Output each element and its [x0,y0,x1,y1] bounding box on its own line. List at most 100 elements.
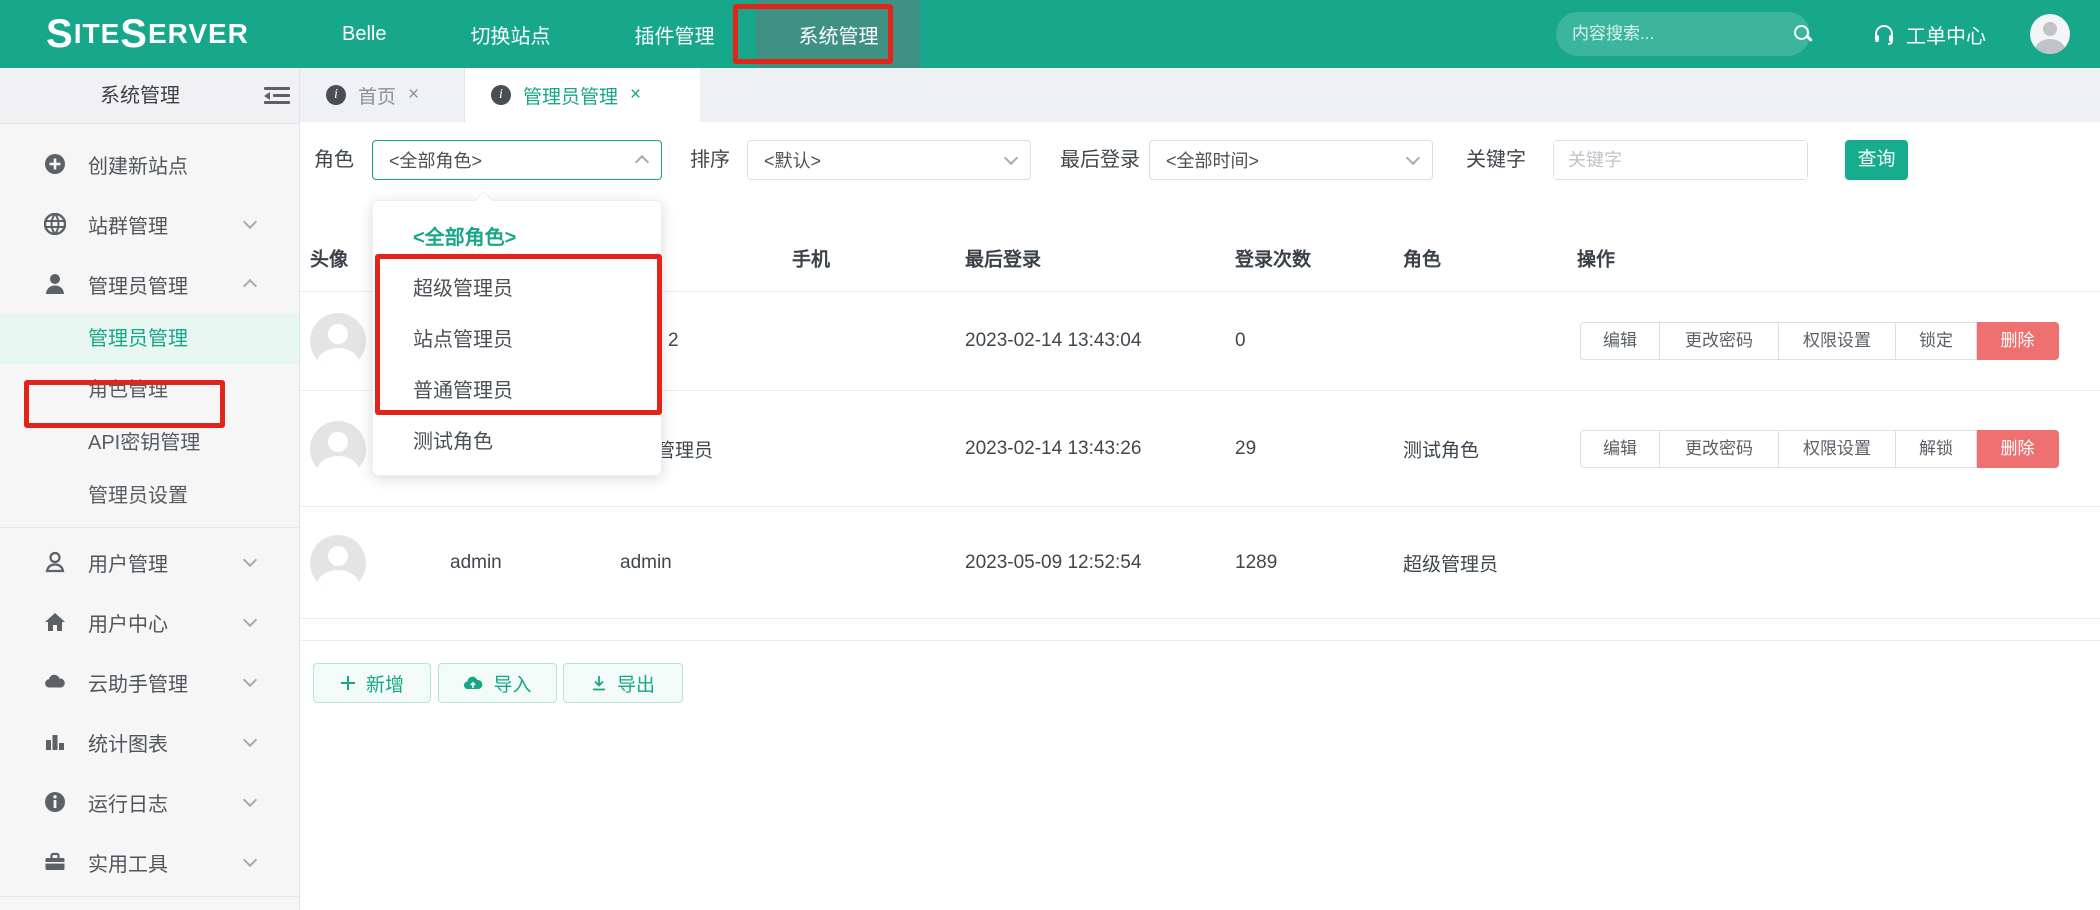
keyword-input-wrap [1553,140,1808,180]
close-icon[interactable]: × [408,84,419,106]
info-circle-icon [44,791,66,813]
sidebar-item-run-logs[interactable]: 运行日志 [0,772,299,832]
col-header-role: 角色 [1403,245,1441,272]
col-header-login-count: 登录次数 [1235,245,1311,272]
import-button[interactable]: 导入 [438,663,557,703]
sidebar-header: 系统管理 [0,68,299,124]
sidebar-subitem-role-management[interactable]: 角色管理 [0,364,299,417]
tab-home[interactable]: i 首页 × [300,68,465,122]
change-password-button[interactable]: 更改密码 [1660,430,1779,468]
sidebar-item-statistics[interactable]: 统计图表 [0,712,299,772]
sidebar-collapse-icon[interactable] [264,87,290,105]
cell-login-count: 0 [1235,330,1246,352]
user-avatar[interactable] [2030,14,2070,54]
tab-label: 首页 [358,82,396,109]
sort-filter-select[interactable]: <默认> [747,140,1031,180]
add-button-label: 新增 [366,670,404,697]
ticket-center-link[interactable]: 工单中心 [1872,0,1986,68]
cell-role: 测试角色 [1403,435,1479,462]
search-icon[interactable] [1793,24,1794,44]
chevron-up-icon [243,279,257,293]
avatar [310,313,366,369]
delete-button[interactable]: 删除 [1977,430,2059,468]
sidebar-item-site-group[interactable]: 站群管理 [0,194,299,254]
last-login-filter-select[interactable]: <全部时间> [1149,140,1433,180]
nav-item-switch-site[interactable]: 切换站点 [428,0,592,68]
tab-label: 管理员管理 [523,82,618,109]
cell-name: admin [620,552,672,574]
sidebar-subitem-admin-settings[interactable]: 管理员设置 [0,470,299,523]
sidebar-item-user-management[interactable]: 用户管理 [0,532,299,592]
avatar [310,421,366,477]
last-login-filter-value: <全部时间> [1166,151,1259,171]
tab-admin-management[interactable]: i 管理员管理 × [465,68,700,122]
sidebar-item-user-center[interactable]: 用户中心 [0,592,299,652]
sidebar-item-label: 管理员管理 [88,270,188,299]
globe-icon [44,213,66,235]
info-icon: i [491,85,511,105]
nav-item-plugin-management[interactable]: 插件管理 [592,0,756,68]
sidebar-item-cloud-assistant[interactable]: 云助手管理 [0,652,299,712]
role-filter-select[interactable]: <全部角色> [372,140,662,180]
sidebar-item-create-site[interactable]: 创建新站点 [0,134,299,194]
cell-username-link[interactable]: admin [450,552,502,574]
ticket-center-label: 工单中心 [1906,20,1986,49]
sort-filter-value: <默认> [764,151,821,171]
edit-button[interactable]: 编辑 [1580,430,1660,468]
user-outline-icon [44,551,66,573]
sidebar-subitem-admin-management[interactable]: 管理员管理 [0,314,299,364]
content-search-input[interactable] [1572,24,1793,44]
cell-name-tail: 2 [668,330,679,352]
add-button[interactable]: 新增 [313,663,431,703]
role-dropdown-panel: <全部角色> 超级管理员 站点管理员 普通管理员 测试角色 [372,200,662,476]
keyword-input[interactable] [1554,141,1807,179]
chevron-down-icon [243,673,257,687]
sidebar-item-label: 用户中心 [88,608,168,637]
home-icon [44,611,66,633]
sidebar-item-utilities[interactable]: 实用工具 [0,832,299,892]
dropdown-option-super-admin[interactable]: 超级管理员 [373,264,661,315]
query-button[interactable]: 查询 [1845,140,1908,180]
info-icon: i [326,85,346,105]
chevron-down-icon [243,553,257,567]
siteserver-admin-window: SITESERVER Belle 切换站点 插件管理 系统管理 工单中心 系统管… [0,0,2100,910]
dropdown-option-test-role[interactable]: 测试角色 [373,417,661,468]
chevron-down-icon [1406,151,1420,165]
sidebar: 系统管理 创建新站点 站群管理 管理员管理 管理员管理 角色管理 API密钥管理… [0,68,300,910]
siteserver-logo[interactable]: SITESERVER [46,0,249,68]
headset-icon [1872,22,1896,46]
unlock-button[interactable]: 解锁 [1896,430,1977,468]
sidebar-menu: 创建新站点 站群管理 管理员管理 管理员管理 角色管理 API密钥管理 管理员设… [0,124,299,897]
briefcase-icon [44,851,66,873]
cloud-icon [44,671,66,693]
delete-button[interactable]: 删除 [1977,322,2059,360]
top-nav-menu: Belle 切换站点 插件管理 系统管理 [300,0,920,68]
export-button[interactable]: 导出 [563,663,683,703]
sidebar-item-label: 运行日志 [88,788,168,817]
chevron-down-icon [243,613,257,627]
nav-item-belle[interactable]: Belle [300,0,428,68]
dropdown-option-all-roles[interactable]: <全部角色> [373,213,661,264]
avatar [310,535,366,591]
permission-settings-button[interactable]: 权限设置 [1779,430,1896,468]
plus-icon [340,675,356,691]
sidebar-item-admin-management[interactable]: 管理员管理 [0,254,299,314]
permission-settings-button[interactable]: 权限设置 [1779,322,1896,360]
col-header-avatar: 头像 [310,245,348,272]
role-filter-label: 角色 [314,140,354,180]
dropdown-option-site-admin[interactable]: 站点管理员 [373,315,661,366]
edit-button[interactable]: 编辑 [1580,322,1660,360]
nav-item-system-management[interactable]: 系统管理 [756,0,920,68]
dropdown-option-normal-admin[interactable]: 普通管理员 [373,366,661,417]
download-icon [591,675,607,691]
change-password-button[interactable]: 更改密码 [1660,322,1779,360]
content-search-box [1556,12,1810,56]
sidebar-subitem-api-key-management[interactable]: API密钥管理 [0,417,299,470]
sort-filter-label: 排序 [690,140,730,180]
cell-login-count: 29 [1235,438,1256,460]
close-icon[interactable]: × [630,84,641,106]
sidebar-title: 系统管理 [100,68,180,124]
chevron-down-icon [243,733,257,747]
lock-button[interactable]: 锁定 [1896,322,1977,360]
last-login-filter-label: 最后登录 [1060,140,1140,180]
